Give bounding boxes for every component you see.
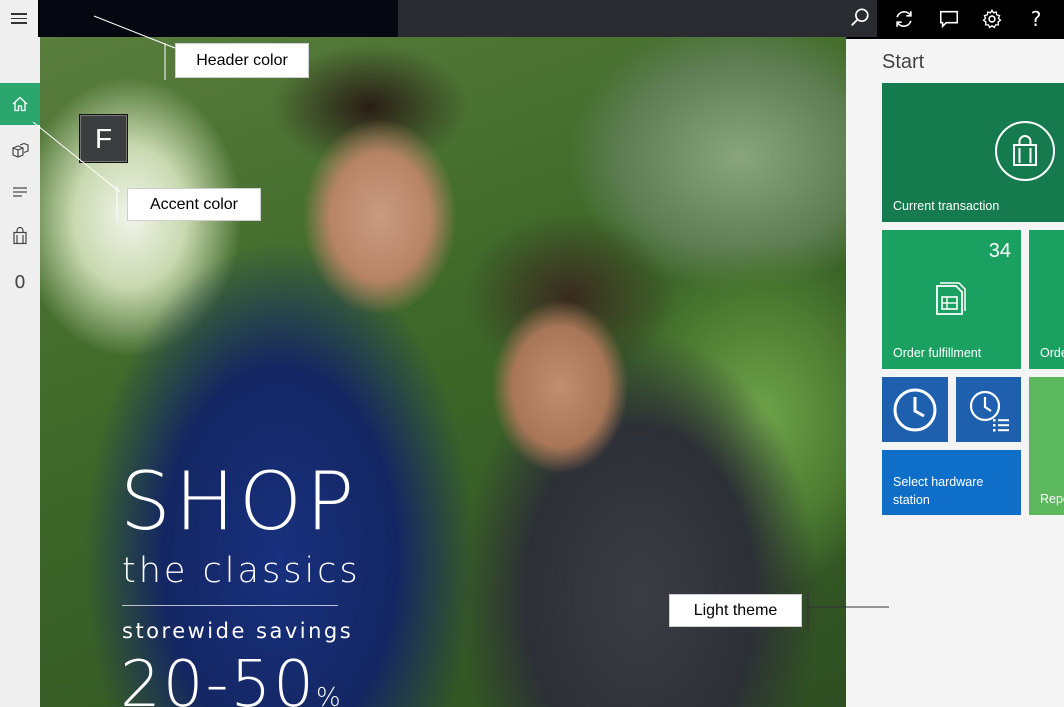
tile-label: Order fulfillment — [893, 346, 982, 360]
tile-orders-partial[interactable]: Orde — [1029, 230, 1064, 369]
tile-label: Repo — [1040, 492, 1064, 506]
menu-button[interactable] — [0, 0, 38, 37]
accent-sample-tile: F — [79, 114, 128, 163]
settings-button[interactable] — [970, 0, 1014, 37]
app-header: ? — [0, 0, 1064, 39]
start-title: Start — [882, 51, 925, 73]
search-icon[interactable] — [849, 7, 871, 29]
nav-list[interactable] — [0, 171, 40, 213]
comment-icon — [939, 10, 959, 28]
hero-savings: storewide savings — [122, 619, 354, 643]
refresh-icon — [896, 10, 912, 27]
header-title-area — [40, 0, 398, 37]
callout-light-theme: Light theme — [669, 594, 802, 627]
refresh-button[interactable] — [882, 0, 926, 37]
left-nav: 0 — [0, 37, 40, 707]
cart-count: 0 — [14, 271, 26, 293]
tile-reports-partial[interactable]: Repo — [1029, 377, 1064, 515]
nav-cart[interactable] — [0, 215, 40, 257]
menu-icon — [11, 13, 27, 15]
tile-label: Current transaction — [893, 199, 1000, 213]
bag-icon — [13, 226, 27, 245]
search-input[interactable] — [398, 0, 877, 37]
nav-products[interactable] — [0, 129, 40, 171]
start-panel: Start Current transaction 34 Order fulfi… — [846, 39, 1064, 707]
tile-label: Select hardware station — [893, 475, 984, 507]
list-icon — [13, 187, 27, 197]
order-count-badge: 34 — [988, 240, 1011, 262]
comment-button[interactable] — [927, 0, 971, 37]
document-icon — [936, 282, 966, 315]
hero-subheadline: the classics — [122, 551, 361, 591]
hero-divider — [122, 605, 338, 606]
tile-timesheet[interactable] — [956, 377, 1021, 442]
clock-list-icon — [969, 390, 1009, 431]
home-icon — [12, 96, 28, 112]
settings-icon — [982, 8, 1002, 28]
tile-time-clock[interactable] — [882, 377, 948, 442]
clock-icon — [893, 388, 937, 431]
tile-label: Orde — [1040, 346, 1064, 360]
hero-percent: 20-50% — [120, 648, 343, 707]
tile-select-hardware-station[interactable]: Select hardware station — [882, 450, 1021, 515]
shopping-bag-icon — [995, 121, 1055, 181]
help-icon: ? — [1030, 6, 1042, 31]
tile-order-fulfillment[interactable]: 34 Order fulfillment — [882, 230, 1021, 369]
hero-headline: SHOP — [120, 455, 359, 548]
help-button[interactable]: ? — [1014, 0, 1058, 37]
callout-accent-color: Accent color — [127, 188, 261, 221]
nav-home[interactable] — [0, 83, 40, 125]
products-icon — [12, 142, 29, 158]
callout-header-color: Header color — [175, 43, 309, 78]
tile-current-transaction[interactable]: Current transaction — [882, 83, 1064, 222]
